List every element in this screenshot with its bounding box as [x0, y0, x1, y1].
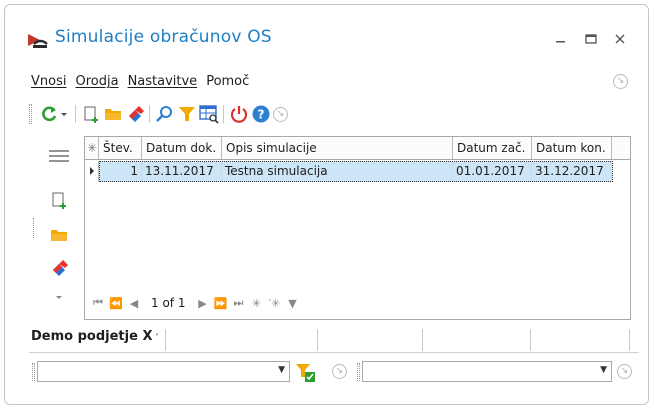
refresh-icon[interactable] [39, 104, 59, 124]
table-search-icon[interactable] [199, 104, 219, 124]
cell-opis[interactable]: Testna simulacija [222, 161, 453, 182]
help-icon[interactable]: ? [251, 104, 271, 124]
last-record-icon[interactable]: ⏭ [231, 296, 245, 310]
tab-close-icon[interactable]: ’ [155, 333, 158, 343]
cell-stev[interactable]: 1 [99, 161, 142, 182]
toolbar-separator [223, 105, 224, 123]
filter-navigator-icon[interactable]: ▼ [285, 297, 299, 310]
table-row[interactable]: 1 13.11.2017 Testna simulacija 01.01.201… [85, 161, 630, 182]
record-position: 1 of 1 [151, 296, 186, 310]
side-grip[interactable] [33, 218, 35, 238]
left-filter-combo[interactable]: ▼ [32, 361, 290, 382]
append-record-icon[interactable]: ✳ [249, 297, 263, 310]
column-header-opis[interactable]: Opis simulacije [222, 137, 453, 159]
app-window: Simulacije obračunov OS Vnosi Orodja Nas… [4, 4, 649, 405]
open-folder-icon[interactable] [49, 225, 69, 245]
cell-datum-zac[interactable]: 01.01.2017 [453, 161, 532, 182]
close-button[interactable] [612, 31, 628, 47]
filter-apply-icon[interactable] [294, 361, 316, 383]
chevron-down-icon[interactable]: ▼ [278, 365, 285, 375]
maximize-button[interactable] [583, 31, 599, 47]
tab-active-label: Demo podjetje X [31, 329, 153, 344]
cell-datum-dok[interactable]: 13.11.2017 [142, 161, 222, 182]
toolbar-grip[interactable] [29, 104, 32, 124]
column-header-datum-zac[interactable]: Datum zač. [453, 137, 532, 159]
row-indicator-icon [85, 161, 99, 182]
combo-grip[interactable] [357, 363, 360, 381]
combo-grip[interactable] [32, 363, 35, 381]
power-icon[interactable] [229, 104, 249, 124]
minimize-button[interactable] [553, 31, 569, 47]
grid-header: ✳ Štev. Datum dok. Opis simulacije Datum… [85, 137, 630, 160]
filter-icon[interactable] [177, 104, 197, 124]
menu-bar: Vnosi Orodja Nastavitve Pomoč [31, 74, 249, 92]
column-header-datum-dok[interactable]: Datum dok. [142, 137, 222, 159]
tab-separator [165, 329, 166, 351]
tab-active[interactable]: Demo podjetje X’ [31, 329, 158, 344]
new-doc-icon[interactable] [81, 104, 101, 124]
svg-text:?: ? [258, 108, 265, 122]
next-page-icon[interactable]: ⏩ [213, 297, 228, 310]
refresh-dropdown-icon[interactable] [59, 104, 69, 124]
menu-nastavitve[interactable]: Nastavitve [128, 74, 198, 92]
grid-navigator: ⏮ ⏪ ◀ 1 of 1 ▶ ⏩ ⏭ ✳ ′✳ ▼ [91, 293, 303, 313]
side-panel [33, 140, 81, 320]
tab-separator [422, 329, 423, 351]
tab-separator [317, 329, 318, 351]
app-icon [28, 34, 48, 48]
chevron-down-icon[interactable] [49, 292, 69, 304]
cell-datum-kon[interactable]: 31.12.2017 [532, 161, 612, 182]
data-grid: ✳ Štev. Datum dok. Opis simulacije Datum… [84, 136, 631, 320]
tab-strip: Demo podjetje X’ [29, 329, 639, 353]
next-record-icon[interactable]: ▶ [195, 297, 209, 310]
open-folder-icon[interactable] [103, 104, 123, 124]
window-title: Simulacije obračunov OS [55, 27, 272, 47]
column-chooser-icon[interactable]: ✳ [85, 137, 99, 159]
toolbar-separator [149, 105, 150, 123]
eraser-icon[interactable] [125, 104, 145, 124]
chevron-down-icon[interactable]: ▼ [600, 365, 607, 375]
search-icon[interactable] [155, 104, 175, 124]
tab-separator [530, 329, 531, 351]
toolbar: ? ↘ [29, 102, 369, 128]
previous-page-icon[interactable]: ⏪ [109, 297, 123, 310]
previous-record-icon[interactable]: ◀ [127, 297, 141, 310]
expand-icon[interactable]: ↘ [332, 364, 347, 379]
edit-record-icon[interactable]: ′✳ [267, 297, 281, 310]
menu-vnosi[interactable]: Vnosi [31, 74, 66, 92]
right-filter-combo[interactable]: ▼ [357, 361, 612, 382]
expand-icon[interactable]: ↘ [613, 74, 628, 89]
title-bar: Simulacije obračunov OS [5, 5, 648, 67]
menu-orodja[interactable]: Orodja [75, 74, 118, 92]
column-header-datum-kon[interactable]: Datum kon. [532, 137, 612, 159]
menu-pomoc[interactable]: Pomoč [206, 74, 249, 92]
column-header-stev[interactable]: Štev. [99, 137, 142, 159]
hamburger-icon[interactable] [49, 146, 69, 166]
new-doc-icon[interactable] [49, 190, 69, 210]
tab-underline [29, 352, 639, 353]
toolbar-separator [75, 105, 76, 123]
eraser-icon[interactable] [49, 258, 69, 278]
expand-icon[interactable]: ↘ [617, 364, 632, 379]
first-record-icon[interactable]: ⏮ [91, 296, 105, 310]
tab-separator [629, 329, 630, 351]
toolbar-expand-icon[interactable]: ↘ [273, 107, 288, 122]
